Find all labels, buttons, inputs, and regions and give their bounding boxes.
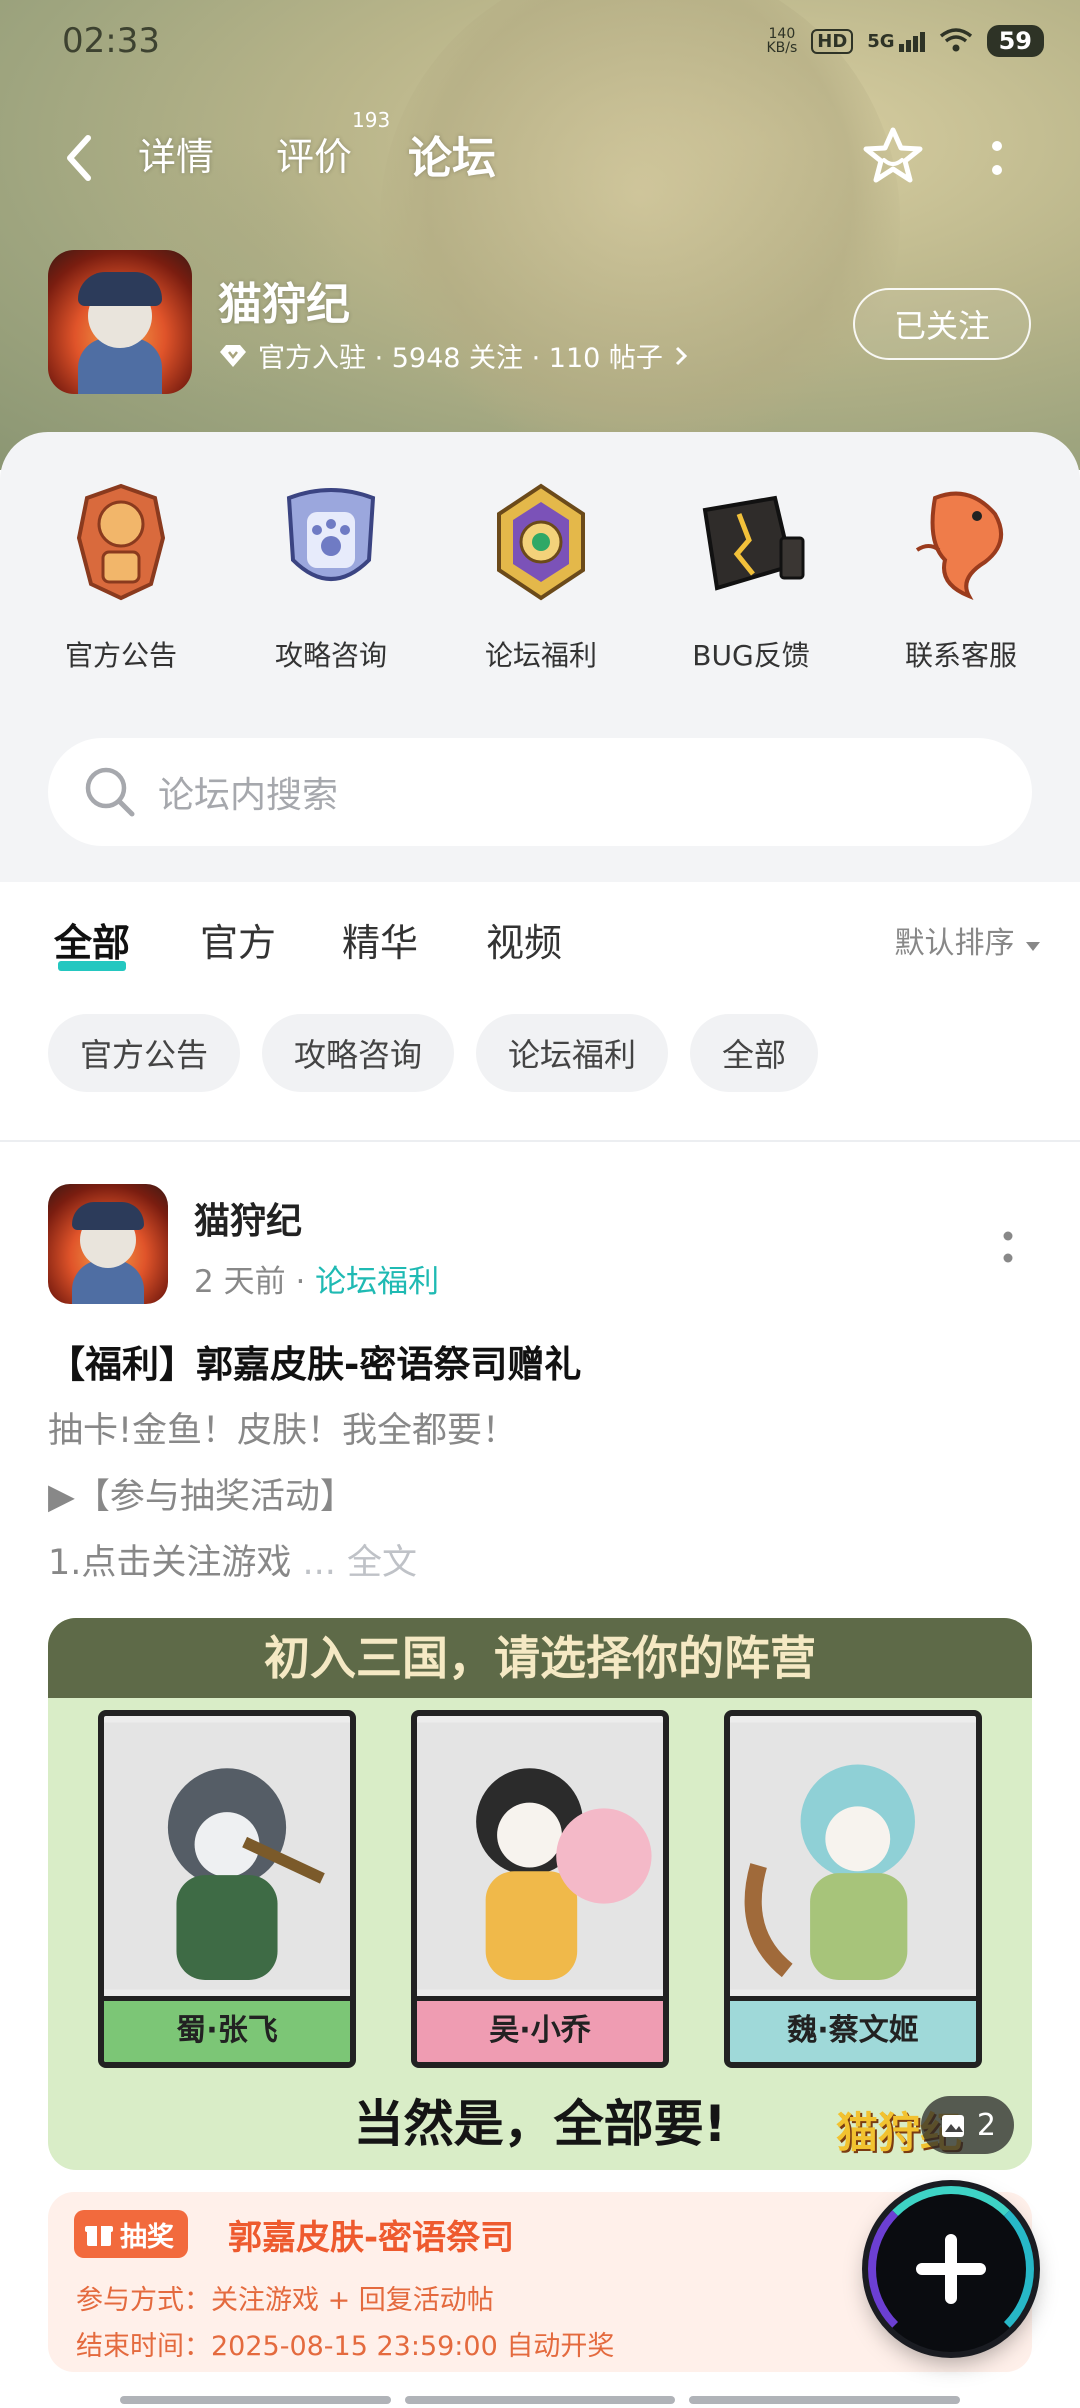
diamond-icon xyxy=(220,344,246,367)
category-label: 攻略咨询 xyxy=(274,639,387,672)
category-bug-report[interactable]: BUG反馈 xyxy=(646,480,856,674)
feed-tab-video[interactable]: 视频 xyxy=(486,912,562,967)
signal-icon: 5G xyxy=(867,31,925,52)
post-meta: 2 天前 · 论坛福利 xyxy=(194,1264,440,1300)
game-name: 猫狩纪 xyxy=(218,279,350,330)
game-logo[interactable] xyxy=(48,250,192,394)
post-excerpt-line: 1.点击关注游戏 ... 全文 xyxy=(48,1543,418,1583)
category-label: BUG反馈 xyxy=(692,639,810,672)
wifi-icon xyxy=(939,28,972,52)
game-meta-text: 官方入驻 · 5948 关注 · 110 帖子 xyxy=(258,343,663,374)
image-stack-icon xyxy=(941,2115,964,2137)
lottery-title: 郭嘉皮肤-密语祭司 xyxy=(228,2218,515,2258)
feed-tab-official[interactable]: 官方 xyxy=(200,912,276,967)
category-customer-service[interactable]: 联系客服 xyxy=(856,480,1066,674)
character-art xyxy=(417,1722,663,1990)
post-image[interactable]: 初入三国，请选择你的阵营 蜀·张飞 吴·小乔 魏·蔡文姬 当然是，全部要! 猫狩… xyxy=(48,1618,1032,2170)
category-welfare[interactable]: 论坛福利 xyxy=(436,480,646,674)
category-label: 论坛福利 xyxy=(484,639,597,672)
game-info: 猫狩纪 官方入驻 · 5948 关注 · 110 帖子 已关注 xyxy=(48,250,1031,400)
post-excerpt-line: ▶【参与抽奖活动】 xyxy=(48,1477,355,1517)
post-title[interactable]: 【福利】郭嘉皮肤-密语祭司赠礼 xyxy=(48,1334,581,1388)
character-card: 吴·小乔 xyxy=(411,1710,669,2068)
search-placeholder: 论坛内搜索 xyxy=(158,775,339,816)
status-time: 02:33 xyxy=(62,21,160,61)
search-input[interactable]: 论坛内搜索 xyxy=(48,738,1032,846)
back-arrow-icon[interactable] xyxy=(58,130,102,186)
filter-chip[interactable]: 全部 xyxy=(690,1014,819,1092)
filter-chip[interactable]: 官方公告 xyxy=(48,1014,241,1092)
status-bar: 02:33 140 KB/s HD 5G 59 xyxy=(62,18,1044,64)
star-favorite-icon[interactable] xyxy=(860,124,926,190)
post-author[interactable]: 猫狩纪 xyxy=(194,1192,302,1244)
feed-tab-all[interactable]: 全部 xyxy=(54,912,130,971)
tab-details[interactable]: 详情 xyxy=(138,126,214,181)
hd-icon: HD xyxy=(811,28,854,54)
divider xyxy=(0,1140,1080,1142)
character-art xyxy=(104,1722,350,1990)
forum-sheet: 官方公告 攻略咨询 论坛福利 BUG反馈 联系客服 论坛内搜索 xyxy=(0,432,1080,882)
announcement-badge-icon xyxy=(76,483,166,601)
feed-tab-featured[interactable]: 精华 xyxy=(342,912,418,967)
character-label: 吴·小乔 xyxy=(417,1996,663,2062)
game-meta[interactable]: 官方入驻 · 5948 关注 · 110 帖子 xyxy=(218,336,689,375)
follow-button[interactable]: 已关注 xyxy=(853,288,1031,360)
filter-chip[interactable]: 攻略咨询 xyxy=(262,1014,455,1092)
category-label: 官方公告 xyxy=(64,639,177,672)
top-nav: 详情 评价 193 论坛 xyxy=(0,108,1080,198)
battery-indicator: 59 xyxy=(986,25,1044,57)
tab-reviews[interactable]: 评价 xyxy=(276,126,352,181)
caret-down-icon xyxy=(1026,942,1040,951)
tab-forum[interactable]: 论坛 xyxy=(408,122,496,192)
category-announcement[interactable]: 官方公告 xyxy=(16,480,226,674)
broken-cube-icon xyxy=(702,495,805,591)
feed-tabs: 全部 官方 精华 视频 默认排序 xyxy=(0,900,1080,980)
image-count-badge: 2 xyxy=(920,2096,1014,2154)
read-full-link[interactable]: 全文 xyxy=(347,1543,417,1583)
net-speed: 140 KB/s xyxy=(766,26,798,56)
paw-shield-icon xyxy=(286,488,376,581)
character-art xyxy=(730,1722,976,1990)
chevron-right-icon xyxy=(675,346,688,365)
banner-headline: 初入三国，请选择你的阵营 xyxy=(48,1618,1032,1698)
create-post-button[interactable] xyxy=(868,2186,1034,2352)
forum-header: 02:33 140 KB/s HD 5G 59 详情 评价 193 论坛 猫狩纪… xyxy=(0,0,1080,470)
post-time: 2 天前 xyxy=(194,1264,286,1300)
post-excerpt-line: 抽卡!金鱼！皮肤！我全都要！ xyxy=(48,1411,518,1451)
avatar[interactable] xyxy=(48,1184,168,1304)
character-label: 魏·蔡文姬 xyxy=(730,1996,976,2062)
filter-chip[interactable]: 论坛福利 xyxy=(476,1014,669,1092)
lottery-end-time: 结束时间：2025-08-15 23:59:00 自动开奖 xyxy=(76,2331,615,2362)
more-options-icon[interactable] xyxy=(985,130,1009,190)
category-guide[interactable]: 攻略咨询 xyxy=(226,480,436,674)
sort-dropdown[interactable]: 默认排序 xyxy=(894,918,1042,962)
character-card: 魏·蔡文姬 xyxy=(724,1710,982,2068)
filter-chips: 官方公告 攻略咨询 论坛福利 全部 xyxy=(48,1014,819,1092)
gift-icon xyxy=(85,2226,113,2246)
search-icon xyxy=(85,767,135,817)
sort-label: 默认排序 xyxy=(894,926,1015,961)
category-label: 联系客服 xyxy=(904,639,1017,672)
lottery-badge: 抽奖 xyxy=(74,2210,188,2258)
category-grid: 官方公告 攻略咨询 论坛福利 BUG反馈 联系客服 xyxy=(0,480,1080,674)
reviews-count-badge: 193 xyxy=(352,108,391,132)
gold-medal-icon xyxy=(497,483,585,601)
post-more-icon[interactable] xyxy=(1002,1230,1014,1266)
character-label: 蜀·张飞 xyxy=(104,1996,350,2062)
plus-icon xyxy=(916,2234,986,2304)
post-category[interactable]: 论坛福利 xyxy=(315,1264,439,1300)
koi-fish-icon xyxy=(915,491,1004,600)
lottery-method: 参与方式：关注游戏 + 回复活动帖 xyxy=(76,2285,494,2316)
gesture-bar xyxy=(120,2396,961,2404)
character-card: 蜀·张飞 xyxy=(98,1710,356,2068)
